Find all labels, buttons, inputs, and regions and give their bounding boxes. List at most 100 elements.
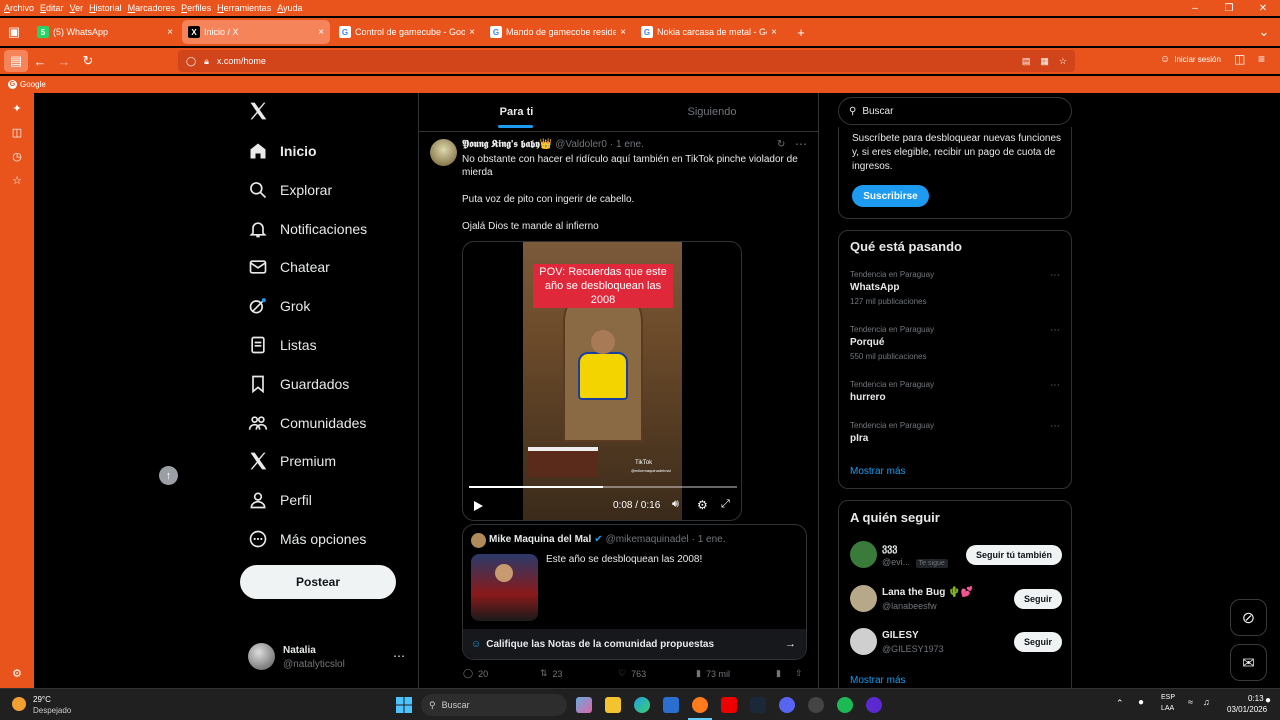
menu-item[interactable]: Historial [89, 3, 122, 13]
volume-icon[interactable]: 🔊︎ [672, 498, 679, 511]
nav-item-guardados[interactable]: Guardados [248, 370, 349, 398]
ai-chatbot-icon[interactable]: ✦ [9, 100, 25, 116]
back-button[interactable]: ← [28, 50, 52, 72]
close-tab-icon[interactable]: × [318, 27, 324, 38]
translate-icon[interactable]: ▦ [1040, 56, 1049, 67]
youtube-icon[interactable] [721, 697, 737, 713]
menu-item[interactable]: Herramientas [217, 3, 271, 13]
sidebar-toggle-icon[interactable]: ▤ [4, 50, 28, 72]
close-window-button[interactable]: ✕ [1246, 0, 1280, 16]
weather-moon-icon[interactable] [12, 697, 26, 711]
trend-item[interactable]: Tendencia en Paraguay WhatsApp 127 mil pub… [850, 270, 1060, 306]
tab-2[interactable]: X Inicio / X × [182, 20, 330, 44]
video-progress-track[interactable] [469, 486, 737, 488]
url-text[interactable]: x.com/home [217, 56, 266, 66]
trend-item[interactable]: Tendencia en Paraguay pIra ⋯ [850, 421, 1060, 444]
lang-layout[interactable]: LAA [1161, 705, 1174, 712]
app-menu-icon[interactable]: ≡ [1258, 52, 1265, 66]
post-author-handle[interactable]: @Valdoler0 [555, 139, 607, 150]
settings-icon[interactable]: ⚙ [697, 498, 708, 512]
new-tab-button[interactable]: + [789, 21, 813, 43]
close-tab-icon[interactable]: × [469, 27, 475, 38]
shield-icon[interactable]: ◯ [186, 56, 196, 67]
nav-item-listas[interactable]: Listas [248, 331, 317, 359]
weather-desc[interactable]: Despejado [33, 706, 71, 715]
customize-sidebar-icon[interactable]: ⚙ [9, 665, 25, 681]
community-notes-banner[interactable]: ☺ Califique las Notas de la comunidad pr… [463, 629, 806, 659]
discord-icon[interactable] [779, 697, 795, 713]
close-tab-icon[interactable]: × [771, 27, 777, 38]
more-dots-icon[interactable]: ⋯ [1050, 380, 1060, 391]
post-date[interactable]: · 1 ene. [610, 139, 644, 150]
follow-suggestion[interactable]: Lana the Bug 🌵💕 @lanabeesfw Seguir [850, 585, 1062, 615]
more-dots-icon[interactable]: ⋯ [1050, 421, 1060, 432]
nav-item-mas-opciones[interactable]: Más opciones [248, 525, 366, 553]
edge-icon[interactable] [634, 697, 650, 713]
menu-item[interactable]: Ayuda [277, 3, 302, 13]
follow-button[interactable]: Seguir tú también [965, 545, 1062, 565]
like-button[interactable]: ♡ 763 [618, 668, 646, 679]
firefox-icon[interactable] [692, 697, 708, 713]
more-dots-icon[interactable]: ⋯ [393, 649, 405, 663]
lang-code[interactable]: ESP [1161, 694, 1175, 701]
volume-icon[interactable]: ♫ [1203, 697, 1210, 707]
menu-item[interactable]: Ver [70, 3, 84, 13]
app-icon[interactable] [808, 697, 824, 713]
account-switcher[interactable]: Natalia @natalyticslol ⋯ [248, 643, 418, 673]
messages-float-icon[interactable]: ✉ [1230, 644, 1267, 681]
nav-item-inicio[interactable]: Inicio [248, 137, 317, 165]
url-bar[interactable]: ◯ 🔒︎ x.com/home ▤ ▦ ☆ [178, 50, 1075, 72]
more-dots-icon[interactable]: ⋯ [1050, 325, 1060, 336]
menu-item[interactable]: Editar [40, 3, 64, 13]
follow-button[interactable]: Seguir [1013, 632, 1062, 652]
follow-show-more[interactable]: Mostrar más [850, 675, 906, 686]
taskbar-search[interactable]: ⚲ Buscar [421, 694, 567, 716]
nav-item-comunidades[interactable]: Comunidades [248, 409, 366, 437]
bookmark-star-icon[interactable]: ☆ [1059, 56, 1067, 67]
trends-show-more[interactable]: Mostrar más [850, 466, 906, 477]
reader-view-icon[interactable]: ▤ [1022, 56, 1031, 67]
post-author-name[interactable]: 𝖄𝖔𝖚𝖓𝖌 𝕶𝖎𝖓𝖌'𝖘 𝖇𝖆𝖇𝖞👑 [462, 139, 552, 150]
synced-tabs-icon[interactable]: ◫ [9, 124, 25, 140]
post-more-icon[interactable]: ⋯ [795, 137, 807, 151]
subscribe-button[interactable]: Suscribirse [852, 185, 929, 207]
spotify-icon[interactable] [837, 697, 853, 713]
scroll-up-icon[interactable]: ↑ [159, 466, 178, 485]
nav-item-notificaciones[interactable]: Notificaciones [248, 215, 367, 243]
grok-post-icon[interactable]: ↻ [777, 139, 785, 150]
clock-time[interactable]: 0:13 [1248, 694, 1264, 703]
menu-item[interactable]: Perfiles [181, 3, 211, 13]
trend-item[interactable]: Tendencia en Paraguay hurrero ⋯ [850, 380, 1060, 403]
reply-button[interactable]: ◯ 20 [463, 668, 488, 679]
menu-item[interactable]: Marcadores [128, 3, 176, 13]
forward-button[interactable]: → [52, 50, 76, 72]
post-author-avatar[interactable] [430, 139, 457, 166]
fullscreen-icon[interactable]: ⤢ [721, 498, 730, 511]
microphone-icon[interactable]: ● [1138, 697, 1144, 708]
play-icon[interactable] [472, 500, 484, 512]
weather-temp[interactable]: 29°C [33, 695, 51, 704]
extensions-icon[interactable]: ◫ [1234, 52, 1245, 66]
list-all-tabs-icon[interactable]: ⌄ [1252, 21, 1276, 43]
nav-item-grok[interactable]: Grok [248, 292, 310, 320]
share-icon[interactable]: ⇧ [795, 668, 803, 679]
post-button[interactable]: Postear [240, 565, 396, 599]
nav-item-perfil[interactable]: Perfil [248, 486, 312, 514]
views-button[interactable]: ▮ 73 mil [696, 668, 730, 679]
follow-suggestion[interactable]: GILESY @GILESY1973 Seguir [850, 628, 1062, 658]
copilot-icon[interactable] [576, 697, 592, 713]
wifi-icon[interactable]: ≈ [1188, 697, 1193, 707]
maximize-button[interactable]: ❐ [1212, 0, 1246, 16]
close-tab-icon[interactable]: × [620, 27, 626, 38]
tab-4[interactable]: G Mando de gamecobe resident e× [484, 20, 632, 44]
repost-button[interactable]: ⇅ 23 [540, 668, 563, 679]
lock-icon[interactable]: 🔒︎ [204, 56, 209, 67]
bookmark-google[interactable]: Google [20, 80, 46, 89]
windows-start-icon[interactable] [396, 697, 412, 713]
bookmarks-icon[interactable]: ☆ [9, 172, 25, 188]
tab-5[interactable]: G Nokia carcasa de metal - Googl × [635, 20, 783, 44]
nav-item-premium[interactable]: Premium [248, 447, 336, 475]
file-explorer-icon[interactable] [605, 697, 621, 713]
minimize-button[interactable]: – [1178, 0, 1212, 16]
more-dots-icon[interactable]: ⋯ [1050, 270, 1060, 281]
